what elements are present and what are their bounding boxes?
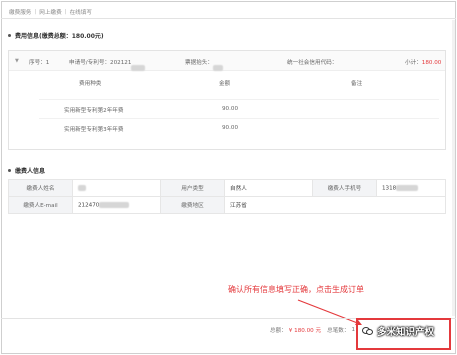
column-header-fee-type: 费用种类 [79,81,102,87]
phone-value: 1318 [376,179,446,197]
application-number-label: 申请号/专利号：202121 [69,60,132,66]
payer-section-title-text: 缴费人信息 [15,168,46,175]
breadcrumb: 缴费服务 | 网上缴费 | 在线填写 [9,8,92,16]
payer-section-title: 缴费人信息 [8,166,45,175]
seq-label: 序号：1 [29,60,50,66]
breadcrumb-item-2[interactable]: 网上缴费 [39,8,61,16]
fee-type-cell: 实用新型专利第2年年费 [64,108,124,114]
total-label: 总额： [270,328,287,334]
region-value: 江苏省 [224,196,446,214]
email-label: 缴费人E-mail [8,196,73,214]
count-label: 总笔数： [327,328,350,334]
payer-name-value [72,179,161,197]
table-row: 实用新型专利第2年年费 90.00 [39,99,439,117]
table-row: 实用新型专利第3年年费 90.00 [39,118,439,136]
column-header-note: 备注 [351,81,363,87]
total-amount: ¥ 180.00 元 [288,328,322,334]
region-label: 缴费地区 [160,196,225,214]
breadcrumb-item-1[interactable]: 缴费服务 [9,8,31,16]
scrollbar[interactable] [452,20,455,316]
phone-label: 缴费人手机号 [312,179,377,197]
count-value: 1 [351,327,356,333]
payer-info-table: 缴费人姓名 用户类型 自然人 缴费人手机号 1318 缴费人E-mail 212… [8,179,446,214]
application-number: 申请号/专利号：202121 [69,58,146,71]
fee-type-cell: 实用新型专利第3年年费 [64,127,124,133]
redacted-value [212,65,223,71]
breadcrumb-separator: | [64,9,67,15]
invoice-title-label: 票据抬头： [185,60,213,66]
wechat-icon [362,326,374,336]
amount-cell: 90.00 [222,106,239,112]
invoice-title: 票据抬头： [185,58,223,71]
instruction-callout: 确认所有信息填写正确，点击生成订单 [228,285,364,294]
caret-down-icon[interactable]: ▼ [15,58,19,64]
fee-header[interactable]: ▼ 序号：1 申请号/专利号：202121 票据抬头： 统一社会信用代码： 小计… [9,51,445,71]
divider [1,18,456,19]
payer-name-label: 缴费人姓名 [8,179,73,197]
credit-code-label: 统一社会信用代码： [287,60,338,66]
subtotal-amount: 180.00 [421,60,442,66]
redacted-value [78,184,86,191]
redacted-value [396,184,419,191]
fee-panel: ▼ 序号：1 申请号/专利号：202121 票据抬头： 统一社会信用代码： 小计… [8,50,446,150]
fee-section-title: 费用信息(缴费总额：180.00元) [8,31,104,40]
order-summary-bar: 总额： ¥ 180.00 元 总笔数： 1 [270,326,355,334]
redacted-value [131,65,146,71]
breadcrumb-item-3: 在线填写 [69,10,92,16]
bullet-icon [8,34,11,37]
table-row: 缴费人姓名 用户类型 自然人 缴费人手机号 1318 [8,179,446,197]
breadcrumb-separator: | [34,9,37,15]
page: 缴费服务 | 网上缴费 | 在线填写 费用信息(缴费总额：180.00元) ▼ … [0,0,457,355]
email-text: 212470 [78,202,100,209]
column-header-amount: 金额 [219,81,231,87]
phone-text: 1318 [382,185,397,192]
email-value: 212470 [72,196,161,214]
table-row: 缴费人E-mail 212470 缴费地区 江苏省 [8,196,446,214]
user-type-value: 自然人 [224,179,313,197]
bullet-icon [8,169,11,172]
redacted-value [99,201,130,208]
amount-cell: 90.00 [222,125,239,131]
subtotal: 小计：180.00 [405,58,441,66]
watermark: 多米知识产权 [362,324,434,338]
user-type-label: 用户类型 [160,179,225,197]
watermark-text: 多米知识产权 [377,327,435,338]
subtotal-label: 小计： [405,60,422,66]
fee-section-title-text: 费用信息(缴费总额：180.00元) [15,33,104,40]
